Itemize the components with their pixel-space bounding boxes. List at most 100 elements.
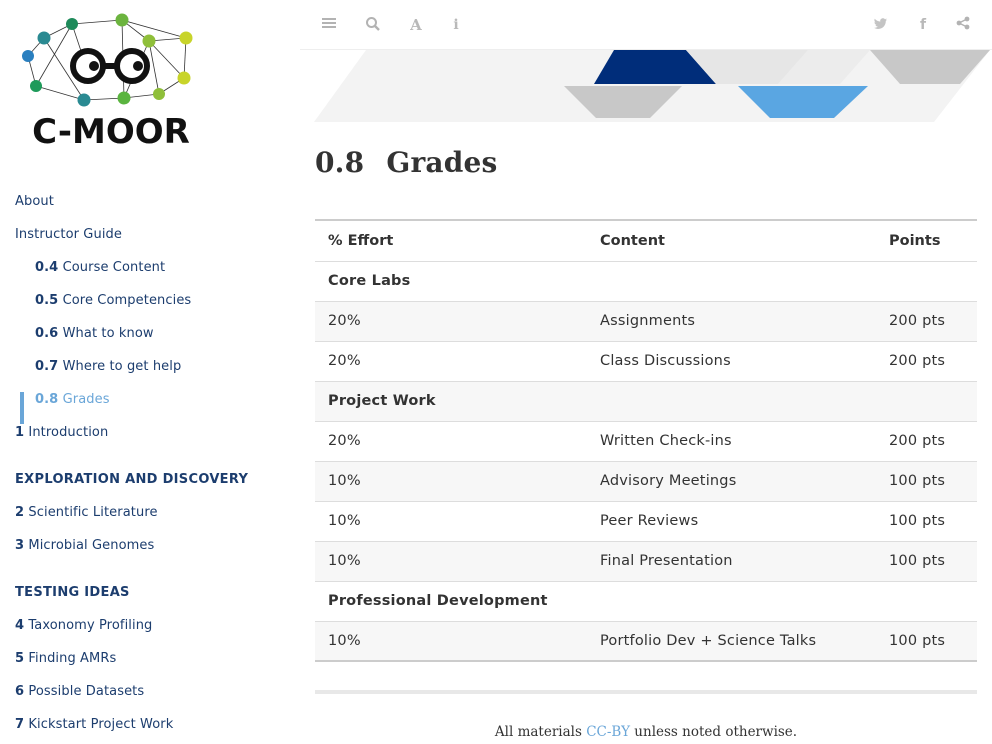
- share-icon[interactable]: [954, 16, 972, 34]
- sidebar-item-label: Kickstart Project Work: [28, 717, 174, 732]
- table-row: 10% Advisory Meetings 100 pts: [315, 461, 977, 502]
- sidebar-item-where-to-get-help[interactable]: 0.7 Where to get help: [35, 359, 181, 374]
- chapter-number: 0.8: [315, 146, 365, 179]
- sidebar-item-introduction[interactable]: 1 Introduction: [15, 425, 108, 440]
- table-group-row: Professional Development: [315, 581, 977, 622]
- sidebar-item-what-to-know[interactable]: 0.6 What to know: [35, 326, 154, 341]
- sidebar-item-about[interactable]: About: [15, 194, 54, 209]
- sidebar-item-label: Instructor Guide: [15, 227, 122, 242]
- sidebar-item-label: Grades: [62, 392, 110, 407]
- sidebar-section-title: TESTING IDEAS: [15, 585, 130, 600]
- footer-prefix: All materials: [494, 724, 587, 740]
- sidebar-item-possible-datasets[interactable]: 6 Possible Datasets: [15, 684, 144, 699]
- table-header-row: % Effort Content Points: [315, 220, 977, 262]
- sidebar-item-microbial-genomes[interactable]: 3 Microbial Genomes: [15, 538, 154, 553]
- cell-effort: 20%: [315, 421, 587, 462]
- sidebar-item-label: What to know: [62, 326, 154, 341]
- sidebar-item-label: Course Content: [62, 260, 166, 275]
- sidebar-item-scientific-literature[interactable]: 2 Scientific Literature: [15, 505, 158, 520]
- cell-content: Written Check-ins: [587, 421, 876, 462]
- table-row: 10% Portfolio Dev + Science Talks 100 pts: [315, 621, 977, 662]
- sidebar-item-label: Scientific Literature: [28, 505, 158, 520]
- sidebar-item-label: Taxonomy Profiling: [28, 618, 153, 633]
- cell-content: Final Presentation: [587, 541, 876, 582]
- cell-content: Class Discussions: [587, 341, 876, 382]
- sidebar-item-taxonomy-profiling[interactable]: 4 Taxonomy Profiling: [15, 618, 152, 633]
- sidebar-item-number: 6: [15, 684, 25, 699]
- cell-points: [876, 381, 977, 422]
- cell-content: Assignments: [587, 301, 876, 342]
- footer-suffix: unless noted otherwise.: [630, 724, 798, 740]
- cell-content: [587, 261, 876, 302]
- twitter-icon[interactable]: [872, 16, 890, 34]
- top-toolbar: A i f: [300, 0, 992, 50]
- sidebar-item-instructor-guide[interactable]: Instructor Guide: [15, 227, 122, 242]
- sidebar-item-label: Introduction: [28, 425, 109, 440]
- table-row: 20% Assignments 200 pts: [315, 301, 977, 342]
- cell-points: 100 pts: [876, 501, 977, 542]
- facebook-icon[interactable]: f: [914, 16, 932, 34]
- sidebar-item-label: Where to get help: [62, 359, 182, 374]
- chapter-title: Grades: [386, 146, 498, 179]
- sidebar-item-label: About: [15, 194, 54, 209]
- sidebar-item-number: 0.5: [35, 293, 59, 308]
- sidebar-item-grades[interactable]: 0.8 Grades: [35, 392, 110, 407]
- sidebar-item-label: Possible Datasets: [28, 684, 145, 699]
- footer-license: All materials CC-BY unless noted otherwi…: [315, 724, 977, 740]
- sidebar-item-kickstart-project-work[interactable]: 7 Kickstart Project Work: [15, 717, 173, 732]
- cell-effort: Project Work: [315, 381, 587, 422]
- sidebar-item-label: Finding AMRs: [28, 651, 117, 666]
- sidebar-item-number: 3: [15, 538, 25, 553]
- header-points: Points: [876, 220, 977, 262]
- header-banner: [314, 50, 990, 122]
- info-icon[interactable]: i: [447, 16, 465, 34]
- logo-text: C-MOOR: [32, 112, 190, 152]
- table-row: 20% Written Check-ins 200 pts: [315, 421, 977, 462]
- cell-points: [876, 261, 977, 302]
- sidebar-item-course-content[interactable]: 0.4 Course Content: [35, 260, 165, 275]
- footer-divider: [315, 690, 977, 694]
- cell-points: 100 pts: [876, 461, 977, 502]
- cell-points: 200 pts: [876, 301, 977, 342]
- font-icon[interactable]: A: [407, 16, 425, 34]
- cell-effort: 10%: [315, 621, 587, 662]
- menu-icon[interactable]: [320, 16, 338, 34]
- sidebar-item-core-competencies[interactable]: 0.5 Core Competencies: [35, 293, 191, 308]
- cell-points: 200 pts: [876, 421, 977, 462]
- sidebar: C-MOOR About Instructor Guide 0.4 Course C…: [0, 0, 300, 744]
- page-title: 0.8 Grades: [315, 146, 498, 179]
- sidebar-item-number: 7: [15, 717, 25, 732]
- table-row: 10% Peer Reviews 100 pts: [315, 501, 977, 542]
- search-icon[interactable]: [364, 16, 382, 34]
- sidebar-item-label: Microbial Genomes: [28, 538, 155, 553]
- table-group-row: Core Labs: [315, 261, 977, 302]
- header-effort: % Effort: [315, 220, 587, 262]
- sidebar-item-number: 5: [15, 651, 25, 666]
- cell-effort: 20%: [315, 341, 587, 382]
- c-moor-logo[interactable]: C-MOOR: [14, 8, 210, 158]
- cell-points: 200 pts: [876, 341, 977, 382]
- sidebar-item-number: 0.8: [35, 392, 59, 407]
- cell-content: [587, 381, 876, 422]
- header-content: Content: [587, 220, 876, 262]
- cell-effort: Core Labs: [315, 261, 587, 302]
- cc-by-link[interactable]: CC-BY: [586, 724, 630, 740]
- sidebar-item-number: 0.6: [35, 326, 59, 341]
- cell-points: 100 pts: [876, 621, 977, 662]
- sidebar-item-number: 0.7: [35, 359, 59, 374]
- cell-content: Advisory Meetings: [587, 461, 876, 502]
- table-row: 20% Class Discussions 200 pts: [315, 341, 977, 382]
- sidebar-item-finding-amrs[interactable]: 5 Finding AMRs: [15, 651, 116, 666]
- cell-effort: Professional Development: [315, 581, 587, 622]
- active-indicator: [20, 392, 24, 424]
- sidebar-item-label: Core Competencies: [62, 293, 192, 308]
- sidebar-item-number: 2: [15, 505, 25, 520]
- sidebar-item-number: 4: [15, 618, 25, 633]
- sidebar-item-number: 1: [15, 425, 25, 440]
- cell-content: Peer Reviews: [587, 501, 876, 542]
- cell-content: [587, 581, 876, 622]
- table-row: 10% Final Presentation 100 pts: [315, 541, 977, 582]
- cell-effort: 10%: [315, 461, 587, 502]
- cell-points: 100 pts: [876, 541, 977, 582]
- grades-table: % Effort Content Points Core Labs 20% Assi…: [315, 219, 977, 662]
